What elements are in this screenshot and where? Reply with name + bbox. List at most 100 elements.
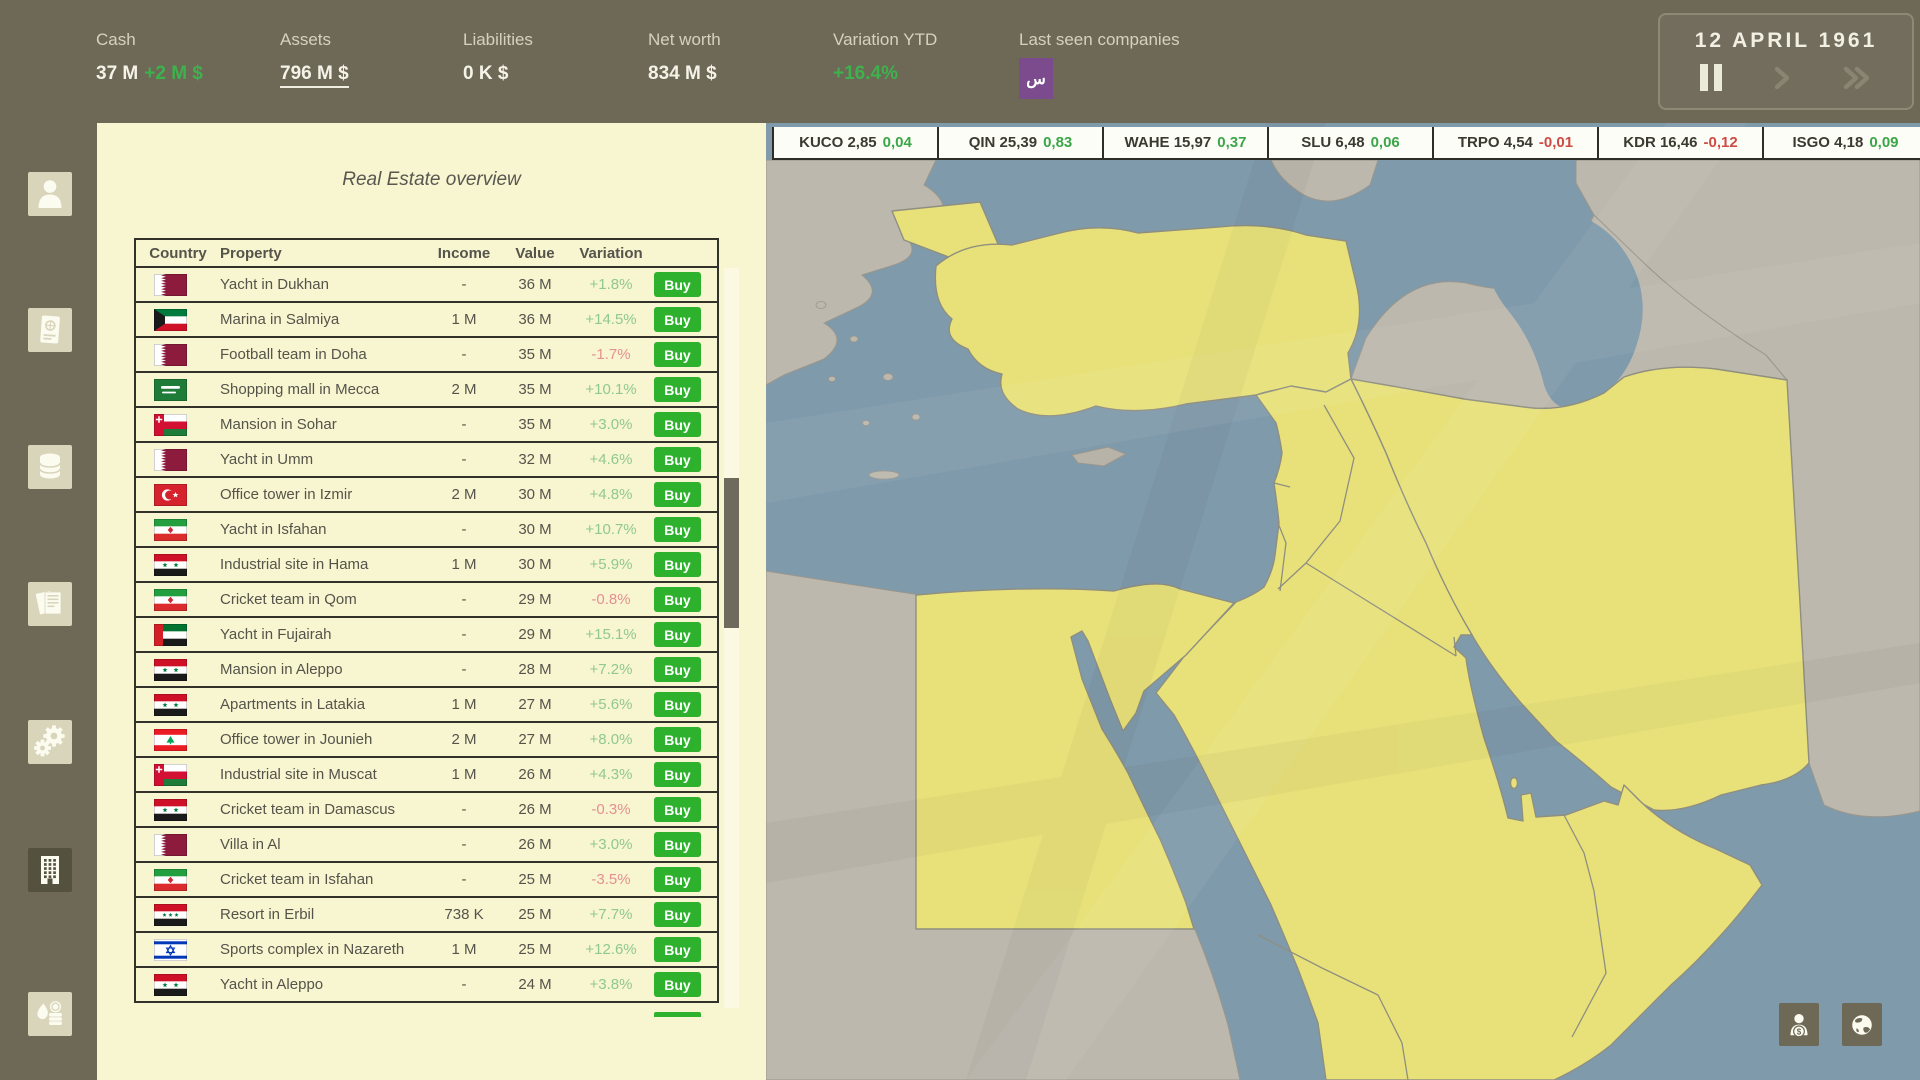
- country-flag-iran: [136, 518, 220, 541]
- buy-button[interactable]: Buy: [654, 307, 701, 332]
- property-name: Industrial site in Hama: [220, 556, 369, 573]
- buy-button[interactable]: Buy: [654, 272, 701, 297]
- income-value: -: [461, 346, 467, 363]
- sidebar-item-commodities[interactable]: [28, 445, 72, 489]
- ticker-symbol-price: WAHE 15,97: [1124, 134, 1212, 151]
- property-name: Football team in Doha: [220, 346, 367, 363]
- income-value: -: [461, 416, 467, 433]
- buy-button[interactable]: Buy: [654, 377, 701, 402]
- buy-button[interactable]: Buy: [654, 727, 701, 752]
- variation-value: +3.0%: [589, 416, 633, 433]
- country-flag-syria: [136, 553, 220, 576]
- documents-icon: [35, 590, 62, 615]
- variation-value: +14.5%: [585, 311, 637, 328]
- sidebar-item-real-estate[interactable]: [28, 848, 72, 892]
- ticker-qin[interactable]: QIN 25,39 0,83: [937, 127, 1102, 160]
- buy-button[interactable]: Buy: [654, 972, 701, 997]
- ticker-wahe[interactable]: WAHE 15,97 0,37: [1102, 127, 1267, 160]
- col-property: Property: [220, 244, 282, 262]
- buy-button[interactable]: Buy: [654, 447, 701, 472]
- assets-value[interactable]: 796 M $: [280, 63, 349, 88]
- buy-button[interactable]: Buy: [654, 657, 701, 682]
- buy-button[interactable]: Buy: [654, 762, 701, 787]
- sidebar-item-news[interactable]: [28, 582, 72, 626]
- table-row: Resort in Erbil 738 K 25 M +7.7% Buy: [136, 898, 717, 933]
- sidebar-item-profile[interactable]: [28, 172, 72, 216]
- table-row: Sports complex in Nazareth 1 M 25 M +12.6% B…: [136, 933, 717, 968]
- sidebar-item-passport[interactable]: [28, 308, 72, 352]
- database-icon: [39, 453, 61, 479]
- income-value: 738 K: [444, 906, 484, 923]
- ticker-trpo[interactable]: TRPO 4,54 -0,01: [1432, 127, 1597, 160]
- country-flag-qatar: [136, 833, 220, 856]
- income-value: 1 M: [451, 766, 477, 783]
- ticker-kdr[interactable]: KDR 16,46 -0,12: [1597, 127, 1762, 160]
- variation-value: +1.8%: [589, 276, 633, 293]
- stat-label: Last seen companies: [1019, 30, 1180, 49]
- variation-value: +8.0%: [589, 731, 633, 748]
- buy-button[interactable]: Buy: [654, 587, 701, 612]
- buy-button[interactable]: Buy: [654, 412, 701, 437]
- buy-button[interactable]: Buy: [654, 937, 701, 962]
- variation-value: +3.8%: [589, 976, 633, 993]
- stat-label: Assets: [280, 30, 332, 49]
- property-value: 35 M: [518, 381, 552, 398]
- globe-button[interactable]: [1842, 1003, 1882, 1046]
- ticker-change: -0,12: [1703, 134, 1738, 151]
- ticker-change: 0,06: [1370, 134, 1400, 151]
- property-name: Resort in Erbil: [220, 906, 315, 923]
- property-value: 32 M: [518, 451, 552, 468]
- company-badge[interactable]: س: [1019, 58, 1053, 99]
- play-button[interactable]: [1773, 66, 1791, 90]
- table-scrollbar[interactable]: [724, 268, 739, 1008]
- ticker-symbol-price: SLU 6,48: [1301, 134, 1365, 151]
- buy-button[interactable]: Buy: [654, 797, 701, 822]
- buy-button[interactable]: Buy: [654, 342, 701, 367]
- buy-button[interactable]: Buy: [654, 622, 701, 647]
- buy-button[interactable]: Buy: [654, 517, 701, 542]
- buy-button[interactable]: Buy: [654, 692, 701, 717]
- table-row: Mansion in Aleppo - 28 M +7.2% Buy: [136, 653, 717, 688]
- table-row: Villa in Al - 26 M +3.0% Buy: [136, 828, 717, 863]
- country-flag-iraq: [136, 903, 220, 926]
- country-flag-syria: [136, 658, 220, 681]
- advisor-button[interactable]: $: [1779, 1003, 1819, 1046]
- passport-icon: [40, 315, 60, 344]
- table-row: Yacht in Fujairah - 29 M +15.1% Buy: [136, 618, 717, 653]
- buy-button[interactable]: Buy: [654, 902, 701, 927]
- stat-label: Cash: [96, 30, 136, 49]
- pause-button[interactable]: [1700, 64, 1722, 91]
- property-name: Mansion in Sohar: [220, 416, 337, 433]
- stat-label: Variation YTD: [833, 30, 938, 49]
- table-row: Marina in Salmiya 1 M 36 M +14.5% Buy: [136, 303, 717, 338]
- property-name: Yacht in Umm: [220, 451, 314, 468]
- sidebar-item-industry[interactable]: [28, 720, 72, 764]
- sidebar-item-oil-market[interactable]: [28, 992, 72, 1036]
- buy-button[interactable]: Buy: [654, 552, 701, 577]
- last-seen-companies: Last seen companies س: [1019, 0, 1180, 99]
- map-area[interactable]: KUCO 2,85 0,04 QIN 25,39 0,83 WAHE 15,97 0,37…: [766, 123, 1920, 1080]
- ticker-slu[interactable]: SLU 6,48 0,06: [1267, 127, 1432, 160]
- ticker-isgo[interactable]: ISGO 4,18 0,09: [1762, 127, 1920, 160]
- col-variation: Variation: [579, 244, 643, 262]
- buy-button[interactable]: Buy: [654, 867, 701, 892]
- middle-east-map[interactable]: [766, 123, 1920, 1080]
- income-value: -: [461, 626, 467, 643]
- variation-ytd-value: +16.4%: [833, 63, 898, 84]
- stat-cash: Cash 37 M +2 M $: [96, 0, 203, 85]
- variation-value: +10.1%: [585, 381, 637, 398]
- buy-button[interactable]: Buy: [654, 482, 701, 507]
- property-name: Shopping mall in Mecca: [220, 381, 380, 398]
- table-row: Football team in Doha - 35 M -1.7% Buy: [136, 338, 717, 373]
- ticker-kuco[interactable]: KUCO 2,85 0,04: [772, 127, 937, 160]
- property-value: 35 M: [518, 416, 552, 433]
- variation-value: +4.3%: [589, 766, 633, 783]
- fast-forward-button[interactable]: [1842, 66, 1872, 90]
- buy-button[interactable]: Buy: [654, 832, 701, 857]
- income-value: 1 M: [451, 941, 477, 958]
- ticker-change: 0,09: [1869, 134, 1899, 151]
- scrollbar-thumb[interactable]: [724, 478, 739, 628]
- stat-liabilities: Liabilities 0 K $: [463, 0, 533, 85]
- ticker-change: 0,04: [882, 134, 912, 151]
- income-value: -: [461, 276, 467, 293]
